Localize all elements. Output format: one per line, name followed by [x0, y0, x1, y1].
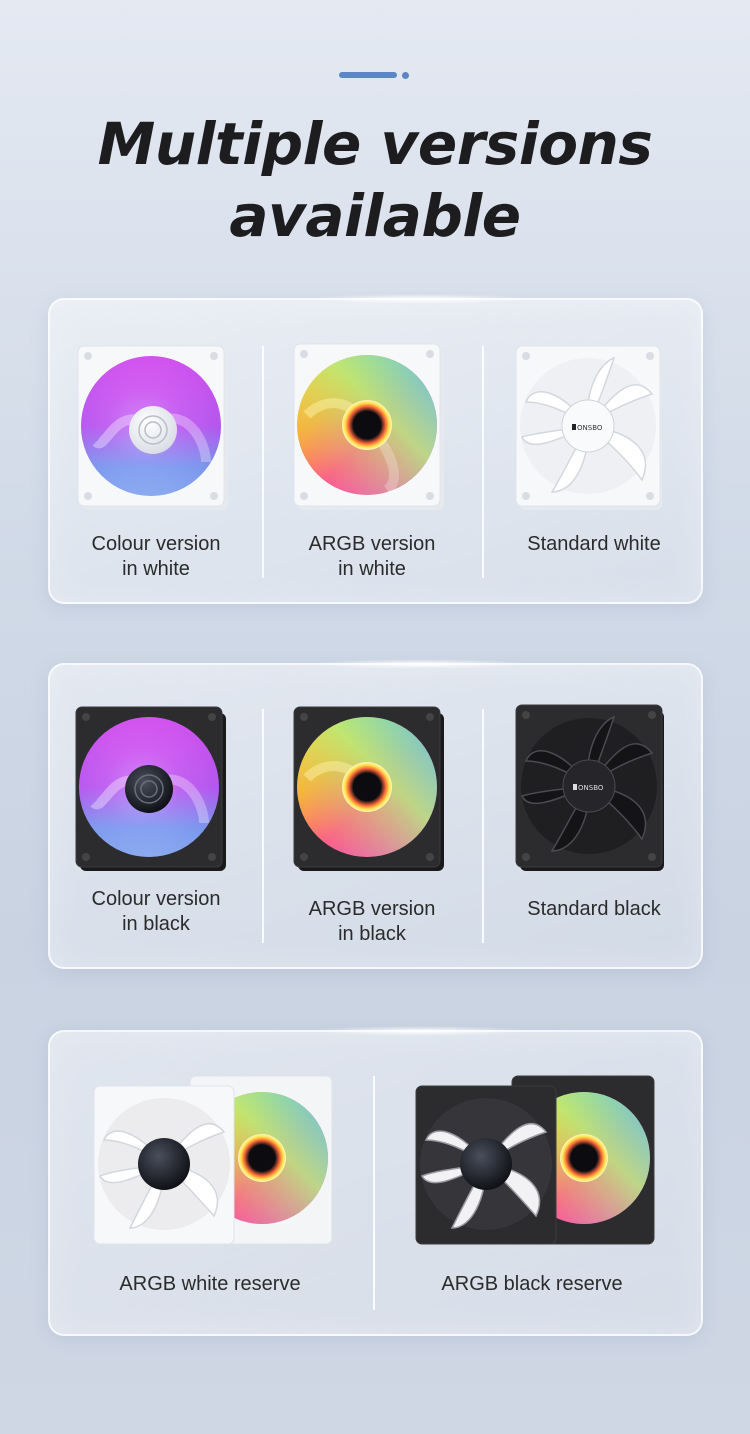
colour-black-label: Colour version in black: [56, 887, 256, 937]
svg-text:ONSBO: ONSBO: [578, 784, 604, 792]
label-line: Standard white: [527, 533, 661, 555]
accent-dot: [402, 72, 409, 79]
argb-white-reserve-fan-image: [93, 1075, 333, 1245]
divider: [373, 1076, 375, 1310]
divider: [482, 346, 484, 578]
label-line: Colour version: [91, 533, 221, 555]
colour-white-label: Colour version in white: [56, 532, 256, 582]
label-line: in black: [338, 923, 406, 945]
label-line: in white: [122, 558, 190, 580]
label-line: in black: [122, 913, 190, 935]
title-line-2: available: [229, 182, 521, 250]
reserve-versions-panel: ARGB white reserve ARGB black reserve: [48, 1026, 703, 1336]
page-title: Multiple versions available: [0, 108, 750, 252]
divider: [482, 709, 484, 943]
title-line-1: Multiple versions: [97, 110, 653, 178]
black-versions-panel: ONSBO Colour version in black ARGB versi…: [48, 659, 703, 969]
argb-black-fan-image: [293, 706, 444, 871]
label-line: ARGB version: [308, 898, 436, 920]
label-line: Colour version: [91, 888, 221, 910]
argb-black-reserve-label: ARGB black reserve: [441, 1273, 623, 1295]
argb-black-label: ARGB version in black: [272, 897, 472, 947]
divider: [262, 346, 264, 578]
argb-white-reserve-label: ARGB white reserve: [119, 1273, 301, 1295]
label-line: in white: [338, 558, 406, 580]
colour-black-fan-image: [75, 706, 226, 871]
label-line: Standard black: [527, 898, 661, 920]
standard-black-label: Standard black: [494, 897, 694, 922]
argb-black-reserve-fan-image: [415, 1075, 655, 1245]
colour-white-fan-image: [77, 345, 228, 510]
standard-black-fan-image: ONSBO: [515, 704, 664, 871]
divider: [262, 709, 264, 943]
title-accent: [339, 72, 411, 79]
standard-white-fan-image: ONSBO: [515, 345, 662, 510]
argb-white-label: ARGB version in white: [272, 532, 472, 582]
accent-bar: [339, 72, 397, 78]
white-versions-panel: ONSBO Colour version in white ARGB versi…: [48, 294, 703, 604]
svg-text:ONSBO: ONSBO: [577, 424, 603, 432]
standard-white-label: Standard white: [494, 532, 694, 557]
label-line: ARGB version: [308, 533, 436, 555]
argb-white-fan-image: [293, 343, 444, 510]
